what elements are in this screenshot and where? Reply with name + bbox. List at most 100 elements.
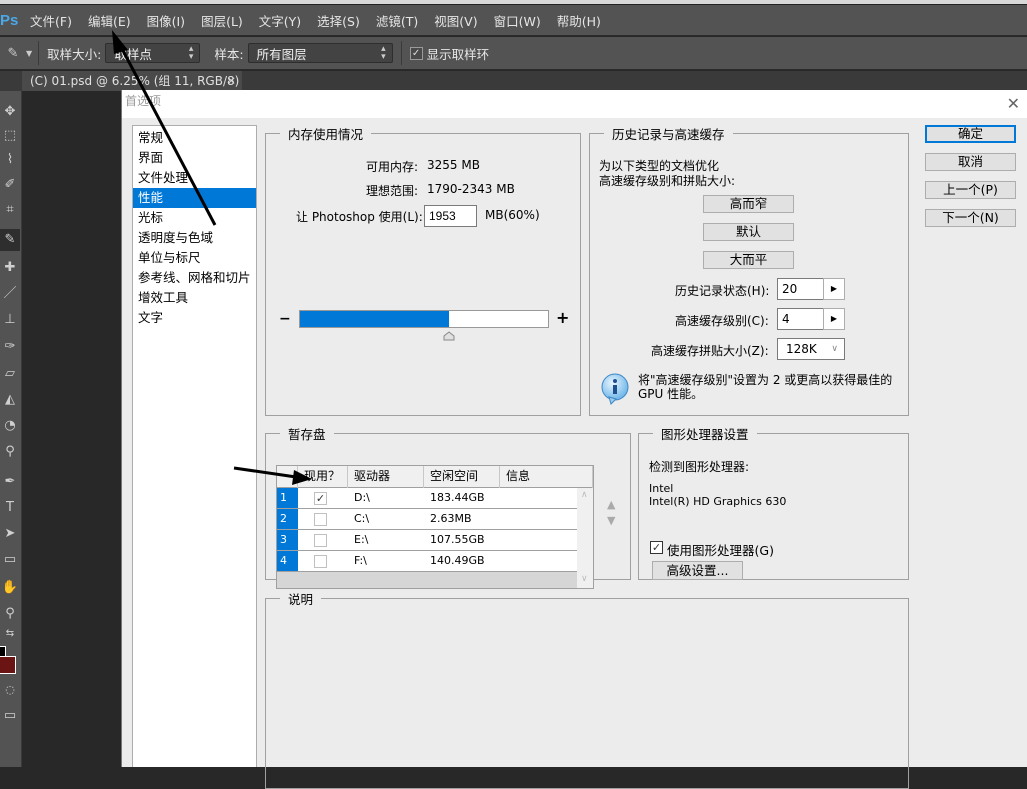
- healing-brush-tool-icon[interactable]: ✚: [0, 257, 20, 279]
- history-states-slider-button[interactable]: ▶: [823, 278, 845, 300]
- column-header-drive[interactable]: 驱动器: [348, 466, 424, 488]
- zoom-tool-icon[interactable]: ⚲: [0, 603, 20, 625]
- close-tab-icon[interactable]: ×: [227, 71, 236, 91]
- nav-item-plugins[interactable]: 增效工具: [133, 288, 256, 308]
- menu-bar: Ps 文件(F) 编辑(E) 图像(I) 图层(L) 文字(Y) 选择(S) 滤…: [0, 5, 1027, 36]
- brush-tool-icon[interactable]: ／: [0, 283, 20, 305]
- move-tool-icon[interactable]: ✥: [0, 101, 20, 123]
- table-row[interactable]: 1 ✓ D:\ 183.44GB: [277, 488, 593, 509]
- blur-tool-icon[interactable]: ◔: [0, 415, 20, 437]
- nav-item-guides-grid[interactable]: 参考线、网格和切片: [133, 268, 256, 288]
- minus-icon[interactable]: −: [279, 311, 291, 327]
- column-header-active[interactable]: 现用？: [298, 466, 348, 488]
- tall-thin-button[interactable]: 高而窄: [703, 195, 794, 213]
- document-tab[interactable]: (C) 01.psd @ 6.25% (组 11, RGB/8) ×: [22, 71, 242, 91]
- tool-preset-dropdown-icon[interactable]: ▼: [26, 49, 32, 58]
- table-row[interactable]: 2 C:\ 2.63MB: [277, 509, 593, 530]
- plus-icon[interactable]: +: [556, 308, 569, 327]
- cache-tile-size-label: 高速缓存拼贴大小(Z):: [651, 342, 769, 359]
- history-cache-title: 历史记录与高速缓存: [604, 124, 733, 143]
- eyedropper-tool-icon[interactable]: ✎: [0, 229, 20, 251]
- nav-item-general[interactable]: 常规: [133, 128, 256, 148]
- scroll-up-icon[interactable]: ∧: [581, 490, 588, 500]
- close-icon[interactable]: ✕: [1007, 93, 1020, 115]
- drive-cell: D:\: [348, 488, 424, 508]
- menu-edit[interactable]: 编辑(E): [88, 11, 131, 30]
- menu-layer[interactable]: 图层(L): [201, 11, 243, 30]
- ideal-range-label: 理想范围:: [366, 182, 418, 199]
- active-checkbox[interactable]: [314, 555, 327, 568]
- move-down-icon[interactable]: ▼: [607, 514, 615, 527]
- paint-bucket-tool-icon[interactable]: ◭: [0, 389, 20, 411]
- options-bar: ✎ ▼ 取样大小: 取样点 ▴▾ 样本: 所有图层 ▴▾ ✓ 显示取样环: [0, 37, 1027, 70]
- nav-item-cursors[interactable]: 光标: [133, 208, 256, 228]
- row-number: 3: [277, 530, 298, 550]
- memory-slider-track[interactable]: [299, 310, 549, 328]
- ok-button[interactable]: 确定: [925, 125, 1016, 143]
- info-icon: [599, 372, 633, 406]
- table-scrollbar[interactable]: ∧ ∨: [577, 488, 593, 588]
- type-tool-icon[interactable]: T: [0, 497, 20, 519]
- document-canvas[interactable]: [22, 91, 122, 767]
- big-flat-button[interactable]: 大而平: [703, 251, 794, 269]
- column-header-info[interactable]: 信息: [500, 466, 593, 488]
- next-button[interactable]: 下一个(N): [925, 209, 1016, 227]
- nav-item-units-rulers[interactable]: 单位与标尺: [133, 248, 256, 268]
- shape-tool-icon[interactable]: ▭: [0, 549, 20, 571]
- eyedropper-icon[interactable]: ✎: [0, 46, 26, 61]
- menu-help[interactable]: 帮助(H): [557, 11, 601, 30]
- lasso-tool-icon[interactable]: ⌇: [0, 149, 20, 171]
- menu-window[interactable]: 窗口(W): [494, 11, 541, 30]
- memory-usage-input[interactable]: [424, 205, 477, 227]
- menu-select[interactable]: 选择(S): [317, 11, 360, 30]
- marquee-tool-icon[interactable]: ⬚: [0, 125, 20, 147]
- nav-item-file-handling[interactable]: 文件处理: [133, 168, 256, 188]
- cache-tile-size-select[interactable]: 128K ∨: [777, 338, 845, 360]
- menu-type[interactable]: 文字(Y): [259, 11, 301, 30]
- active-checkbox[interactable]: [314, 513, 327, 526]
- pen-tool-icon[interactable]: ✒: [0, 471, 20, 493]
- cancel-button[interactable]: 取消: [925, 153, 1016, 171]
- select-arrows-icon: ▴▾: [381, 45, 386, 61]
- dodge-tool-icon[interactable]: ⚲: [0, 441, 20, 463]
- active-checkbox[interactable]: ✓: [314, 492, 327, 505]
- previous-button[interactable]: 上一个(P): [925, 181, 1016, 199]
- cache-levels-input[interactable]: 4: [777, 308, 824, 330]
- hand-tool-icon[interactable]: ✋: [0, 577, 20, 599]
- menu-file[interactable]: 文件(F): [30, 11, 72, 30]
- history-brush-tool-icon[interactable]: ✑: [0, 336, 20, 358]
- screen-mode-icon[interactable]: ▭: [0, 705, 20, 727]
- crop-tool-icon[interactable]: ⌗: [0, 199, 20, 221]
- menu-image[interactable]: 图像(I): [147, 11, 185, 30]
- sample-select[interactable]: 所有图层 ▴▾: [248, 43, 393, 63]
- let-photoshop-use-label: 让 Photoshop 使用(L):: [296, 208, 423, 225]
- eraser-tool-icon[interactable]: ▱: [0, 363, 20, 385]
- nav-item-interface[interactable]: 界面: [133, 148, 256, 168]
- nav-item-transparency[interactable]: 透明度与色域: [133, 228, 256, 248]
- scroll-down-icon[interactable]: ∨: [581, 574, 588, 584]
- move-up-icon[interactable]: ▲: [607, 498, 615, 511]
- path-select-tool-icon[interactable]: ➤: [0, 523, 20, 545]
- menu-view[interactable]: 视图(V): [434, 11, 477, 30]
- show-ring-label: 显示取样环: [427, 44, 490, 63]
- menu-filter[interactable]: 滤镜(T): [376, 11, 418, 30]
- swap-colors-icon[interactable]: ⇆: [0, 623, 20, 645]
- column-header-free-space[interactable]: 空闲空间: [424, 466, 500, 488]
- nav-item-type[interactable]: 文字: [133, 308, 256, 328]
- default-button[interactable]: 默认: [703, 223, 794, 241]
- background-color-swatch[interactable]: [0, 656, 16, 674]
- quick-mask-icon[interactable]: ◌: [0, 679, 20, 701]
- table-row[interactable]: 4 F:\ 140.49GB: [277, 551, 593, 572]
- table-row[interactable]: 3 E:\ 107.55GB: [277, 530, 593, 551]
- advanced-settings-button[interactable]: 高级设置...: [652, 561, 743, 580]
- show-ring-checkbox[interactable]: ✓: [410, 47, 423, 60]
- history-states-input[interactable]: 20: [777, 278, 824, 300]
- use-gpu-checkbox[interactable]: ✓: [650, 541, 663, 554]
- quick-select-tool-icon[interactable]: ✐: [0, 174, 20, 196]
- active-checkbox[interactable]: [314, 534, 327, 547]
- cache-levels-slider-button[interactable]: ▶: [823, 308, 845, 330]
- nav-item-performance[interactable]: 性能: [133, 188, 256, 208]
- sample-size-select[interactable]: 取样点 ▴▾: [105, 43, 200, 63]
- stamp-tool-icon[interactable]: ⊥: [0, 309, 20, 331]
- memory-slider-thumb[interactable]: [443, 331, 455, 341]
